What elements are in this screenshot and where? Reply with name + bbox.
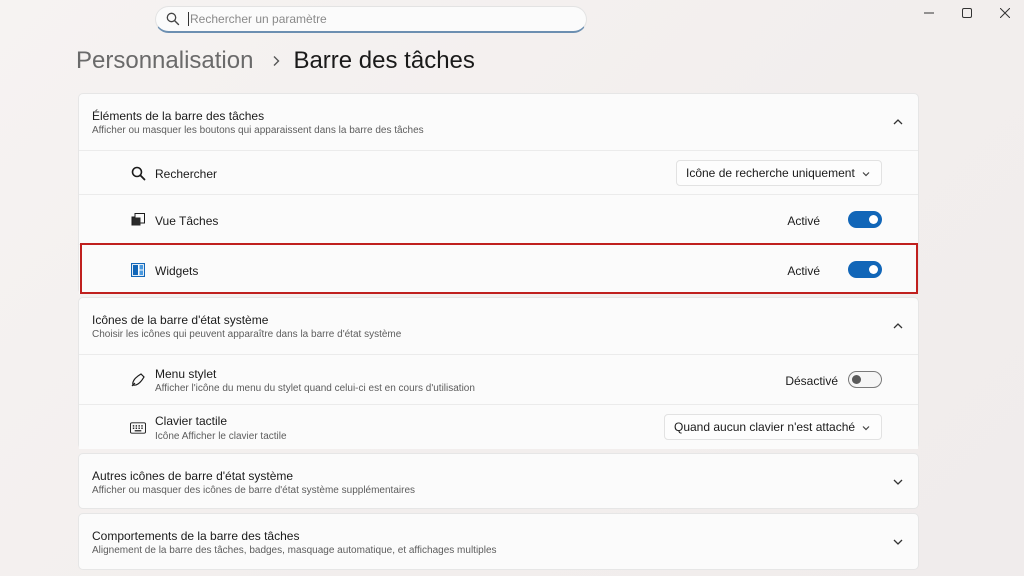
chevron-down-icon	[893, 539, 903, 545]
touch-keyboard-dropdown[interactable]: Quand aucun clavier n'est attaché	[664, 414, 882, 440]
widgets-toggle[interactable]	[848, 261, 882, 278]
taskbar-item-task-view: Vue Tâches Activé	[79, 194, 918, 244]
pen-icon	[130, 372, 146, 388]
taskbar-item-widgets: Widgets Activé	[79, 244, 918, 294]
section-description: Choisir les icônes qui peuvent apparaîtr…	[92, 329, 402, 340]
chevron-down-icon	[862, 426, 870, 431]
search-input[interactable]	[190, 12, 570, 26]
text-caret	[188, 12, 189, 26]
taskbar-items-section: Éléments de la barre des tâches Afficher…	[78, 93, 919, 294]
system-tray-section: Icônes de la barre d'état système Choisi…	[78, 297, 919, 449]
section-description: Alignement de la barre des tâches, badge…	[92, 545, 497, 556]
tray-item-pen-menu: Menu stylet Afficher l'icône du menu du …	[79, 354, 918, 404]
chevron-up-icon	[893, 119, 903, 125]
item-label: Widgets	[155, 264, 199, 278]
chevron-right-icon	[273, 56, 280, 66]
toggle-state-label: Activé	[787, 214, 820, 228]
toggle-state-label: Désactivé	[785, 374, 838, 388]
item-label: Vue Tâches	[155, 214, 219, 228]
dropdown-value: Icône de recherche uniquement	[686, 166, 855, 180]
section-title: Comportements de la barre des tâches	[92, 529, 300, 543]
page-title: Barre des tâches	[293, 47, 475, 74]
keyboard-icon	[130, 420, 146, 436]
minimize-icon	[924, 12, 934, 14]
taskbar-behaviors-section[interactable]: Comportements de la barre des tâches Ali…	[78, 513, 919, 570]
item-label: Clavier tactile	[155, 414, 228, 428]
item-label: Rechercher	[155, 167, 218, 181]
section-description: Afficher ou masquer des icônes de barre …	[92, 485, 416, 496]
search-icon	[130, 165, 146, 181]
maximize-button[interactable]	[948, 0, 986, 26]
widgets-icon	[130, 262, 146, 278]
item-label: Menu stylet	[155, 367, 217, 381]
close-button[interactable]	[986, 0, 1024, 26]
close-icon	[1000, 8, 1010, 18]
taskbar-items-header[interactable]: Éléments de la barre des tâches Afficher…	[79, 94, 918, 150]
taskbar-item-search: Rechercher Icône de recherche uniquement	[79, 150, 918, 194]
search-icon	[166, 12, 180, 26]
section-title: Icônes de la barre d'état système	[92, 313, 269, 327]
task-view-toggle[interactable]	[848, 211, 882, 228]
toggle-knob	[852, 375, 861, 384]
section-description: Afficher ou masquer les boutons qui appa…	[92, 125, 424, 136]
minimize-button[interactable]	[910, 0, 948, 26]
tray-item-touch-keyboard: Clavier tactile Icône Afficher le clavie…	[79, 404, 918, 449]
toggle-knob	[869, 215, 878, 224]
item-description: Afficher l'icône du menu du stylet quand…	[155, 383, 475, 394]
system-tray-header[interactable]: Icônes de la barre d'état système Choisi…	[79, 298, 918, 354]
search-mode-dropdown[interactable]: Icône de recherche uniquement	[676, 160, 882, 186]
pen-menu-toggle[interactable]	[848, 371, 882, 388]
item-description: Icône Afficher le clavier tactile	[155, 431, 287, 442]
breadcrumb: Personnalisation Barre des tâches	[76, 47, 475, 75]
section-title: Éléments de la barre des tâches	[92, 109, 265, 123]
chevron-down-icon	[862, 172, 870, 177]
breadcrumb-parent[interactable]: Personnalisation	[76, 47, 253, 75]
window-controls	[910, 0, 1024, 26]
dropdown-value: Quand aucun clavier n'est attaché	[674, 420, 856, 434]
task-view-icon	[130, 212, 146, 228]
toggle-state-label: Activé	[787, 264, 820, 278]
section-title: Autres icônes de barre d'état système	[92, 469, 294, 483]
toggle-knob	[869, 265, 878, 274]
other-tray-icons-section[interactable]: Autres icônes de barre d'état système Af…	[78, 453, 919, 509]
chevron-up-icon	[893, 323, 903, 329]
search-box[interactable]	[155, 6, 587, 33]
maximize-icon	[962, 8, 972, 18]
chevron-down-icon	[893, 479, 903, 485]
